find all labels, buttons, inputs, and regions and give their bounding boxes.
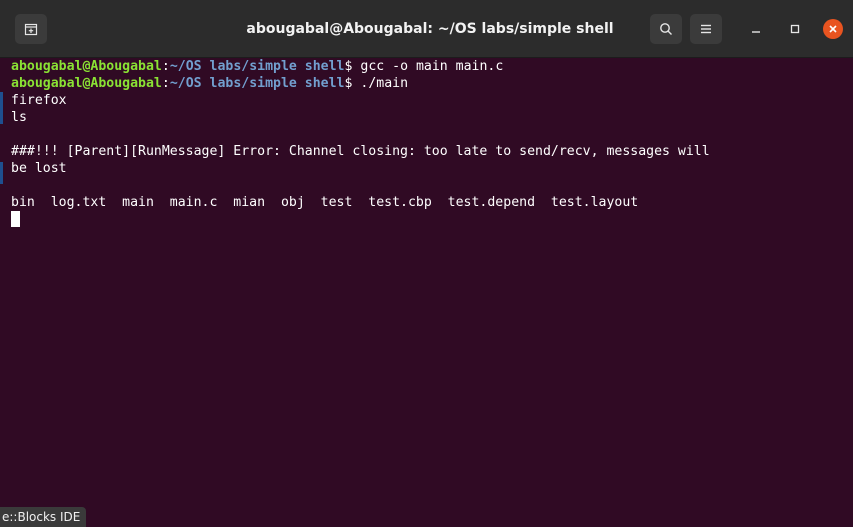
new-tab-icon [24, 23, 38, 36]
close-icon [829, 25, 837, 33]
command-text: gcc -o main main.c [360, 59, 504, 74]
maximize-icon [790, 24, 800, 34]
taskbar-app-label[interactable]: e::Blocks IDE [0, 507, 87, 527]
new-tab-button[interactable] [15, 14, 47, 44]
window-title: abougabal@Abougabal: ~/OS labs/simple sh… [246, 21, 614, 37]
close-button[interactable] [823, 19, 843, 39]
prompt-line: abougabal@Abougabal:~/OS labs/simple she… [11, 58, 853, 75]
terminal-output[interactable]: abougabal@Abougabal:~/OS labs/simple she… [0, 58, 853, 527]
prompt-path: ~/OS labs/simple shell [169, 59, 345, 74]
minimize-button[interactable] [746, 19, 766, 39]
text-cursor [11, 211, 20, 227]
menu-button[interactable] [690, 14, 722, 44]
minimize-icon [752, 31, 760, 33]
cursor-line [11, 211, 853, 228]
title-bar[interactable]: abougabal@Abougabal: ~/OS labs/simple sh… [0, 0, 853, 58]
ls-output-line: bin log.txt main main.c mian obj test te… [11, 195, 639, 210]
prompt-user: abougabal@Abougabal [11, 59, 162, 74]
error-line-continued: be lost [11, 161, 67, 176]
maximize-button[interactable] [785, 19, 805, 39]
command-text: ./main [360, 76, 409, 91]
prompt-path: ~/OS labs/simple shell [169, 76, 345, 91]
prompt-suffix: $ [344, 59, 361, 74]
input-line: firefox [11, 93, 67, 108]
hamburger-menu-icon [701, 24, 711, 34]
error-line: ###!!! [Parent][RunMessage] Error: Chann… [11, 144, 710, 159]
prompt-user: abougabal@Abougabal [11, 76, 162, 91]
prompt-line: abougabal@Abougabal:~/OS labs/simple she… [11, 75, 853, 92]
prompt-suffix: $ [344, 76, 361, 91]
prompt-separator: : [161, 59, 170, 74]
search-icon [660, 23, 672, 35]
search-button[interactable] [650, 14, 682, 44]
left-edge-marker [0, 162, 3, 184]
left-edge-marker [0, 92, 3, 124]
input-line: ls [11, 110, 27, 125]
prompt-separator: : [161, 76, 170, 91]
terminal-window: abougabal@Abougabal: ~/OS labs/simple sh… [0, 0, 853, 527]
